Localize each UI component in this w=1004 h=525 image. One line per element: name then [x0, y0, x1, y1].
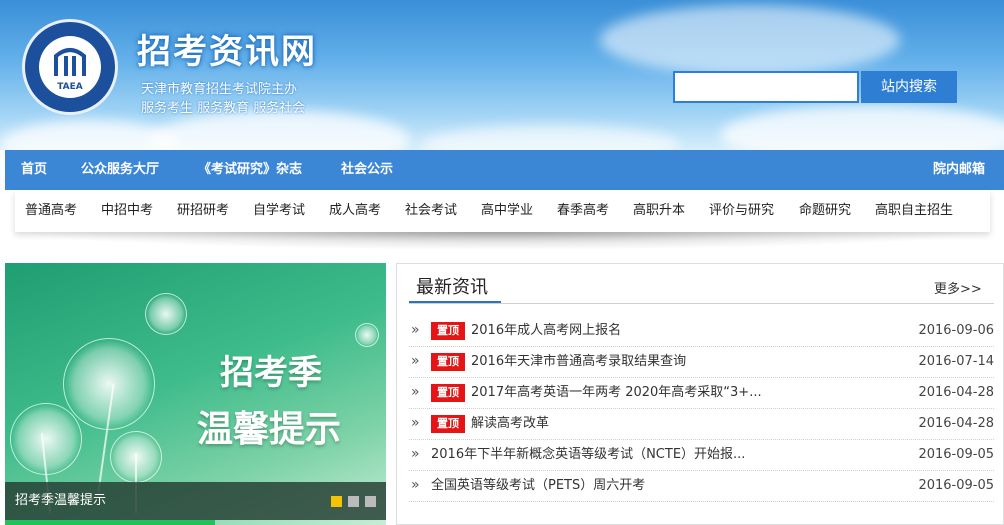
- news-row[interactable]: » 2016年下半年新概念英语等级考试（NCTE）开始报... 2016-09-…: [409, 439, 994, 471]
- latest-news-panel: 最新资讯 更多>> » 置顶 2016年成人高考网上报名 2016-09-06 …: [396, 263, 1004, 525]
- search-input[interactable]: [673, 71, 859, 103]
- cloud-decoration: [420, 125, 680, 150]
- news-date: 2016-04-28: [918, 416, 994, 431]
- site-title: 招考资讯网: [137, 32, 317, 72]
- news-row[interactable]: » 置顶 解读高考改革 2016-04-28: [409, 408, 994, 440]
- cloud-decoration: [0, 120, 180, 150]
- news-row[interactable]: » 置顶 2016年天津市普通高考录取结果查询 2016-07-14: [409, 346, 994, 378]
- news-date: 2016-04-28: [918, 385, 994, 400]
- news-headline[interactable]: 解读高考改革: [471, 408, 549, 439]
- news-headline[interactable]: 2016年成人高考网上报名: [471, 315, 621, 346]
- cloud-decoration: [600, 5, 900, 75]
- search-button[interactable]: 站内搜索: [861, 71, 957, 103]
- site-logo[interactable]: TAEA: [22, 19, 118, 115]
- pinned-badge: 置顶: [431, 353, 465, 371]
- slide-caption-bar: 招考季温馨提示: [5, 482, 386, 520]
- chevron-right-icon: »: [411, 477, 420, 493]
- chevron-right-icon: »: [411, 415, 420, 431]
- nav-item-journal[interactable]: 《考试研究》杂志: [198, 150, 302, 190]
- category-item[interactable]: 社会考试: [405, 190, 457, 232]
- news-date: 2016-09-05: [918, 447, 994, 462]
- title-underline: [409, 301, 501, 303]
- nav-item-public-notice[interactable]: 社会公示: [341, 150, 393, 190]
- logo-text: TAEA: [57, 82, 83, 92]
- image-slideshow[interactable]: 招考季 温馨提示 招考季温馨提示: [5, 263, 386, 525]
- pinned-badge: 置顶: [431, 322, 465, 340]
- slide-caption[interactable]: 招考季温馨提示: [15, 482, 106, 520]
- chevron-right-icon: »: [411, 384, 420, 400]
- main-nav: 首页 公众服务大厅 《考试研究》杂志 社会公示 院内邮箱: [5, 150, 1004, 190]
- category-nav: 普通高考 中招中考 研招研考 自学考试 成人高考 社会考试 高中学业 春季高考 …: [15, 190, 990, 232]
- slide-dot-1[interactable]: [331, 496, 342, 507]
- category-item[interactable]: 中招中考: [101, 190, 153, 232]
- category-item[interactable]: 高职升本: [633, 190, 685, 232]
- category-item[interactable]: 自学考试: [253, 190, 305, 232]
- slogan-text: 服务考生 服务教育 服务社会: [141, 101, 306, 116]
- site-header: TAEA 招考资讯网 天津市教育招生考试院主办 服务考生 服务教育 服务社会 站…: [0, 0, 1004, 150]
- dandelion-graphic: [145, 293, 187, 335]
- dandelion-graphic: [63, 338, 155, 430]
- category-item[interactable]: 成人高考: [329, 190, 381, 232]
- logo-mark-icon: [54, 48, 86, 76]
- category-item[interactable]: 春季高考: [557, 190, 609, 232]
- category-item[interactable]: 研招研考: [177, 190, 229, 232]
- slide-subheading: 温馨提示: [197, 409, 342, 450]
- category-item[interactable]: 高中学业: [481, 190, 533, 232]
- chevron-right-icon: »: [411, 322, 420, 338]
- news-date: 2016-09-06: [918, 323, 994, 338]
- news-row[interactable]: » 全国英语等级考试（PETS）周六开考 2016-09-05: [409, 470, 994, 502]
- organizer-text: 天津市教育招生考试院主办: [141, 82, 298, 97]
- news-headline[interactable]: 2017年高考英语一年两考 2020年高考采取“3+...: [471, 377, 762, 408]
- more-link[interactable]: 更多>>: [934, 278, 982, 297]
- divider: [409, 303, 994, 304]
- pinned-badge: 置顶: [431, 415, 465, 433]
- pinned-badge: 置顶: [431, 384, 465, 402]
- cloud-decoration: [150, 110, 410, 150]
- news-headline[interactable]: 2016年下半年新概念英语等级考试（NCTE）开始报...: [431, 439, 745, 470]
- news-headline[interactable]: 全国英语等级考试（PETS）周六开考: [431, 470, 645, 501]
- dandelion-graphic: [10, 403, 82, 475]
- nav-item-service-hall[interactable]: 公众服务大厅: [81, 150, 159, 190]
- category-item[interactable]: 评价与研究: [709, 190, 774, 232]
- slide-progress-bar: [5, 520, 215, 525]
- cloud-decoration: [720, 105, 1004, 150]
- dandelion-graphic: [355, 323, 379, 347]
- category-item[interactable]: 命题研究: [799, 190, 851, 232]
- news-row[interactable]: » 置顶 2017年高考英语一年两考 2020年高考采取“3+... 2016-…: [409, 377, 994, 409]
- category-item[interactable]: 普通高考: [25, 190, 77, 232]
- nav-shadow: [20, 232, 985, 250]
- nav-item-mailbox[interactable]: 院内邮箱: [933, 150, 985, 190]
- slide-heading: 招考季: [220, 353, 322, 393]
- nav-item-home[interactable]: 首页: [21, 150, 47, 190]
- news-date: 2016-07-14: [918, 354, 994, 369]
- chevron-right-icon: »: [411, 353, 420, 369]
- news-headline[interactable]: 2016年天津市普通高考录取结果查询: [471, 346, 686, 377]
- news-panel-title: 最新资讯: [416, 277, 488, 298]
- chevron-right-icon: »: [411, 446, 420, 462]
- logo-emblem: TAEA: [39, 36, 101, 98]
- slide-dot-3[interactable]: [365, 496, 376, 507]
- news-date: 2016-09-05: [918, 478, 994, 493]
- dandelion-graphic: [110, 431, 162, 483]
- slide-dot-2[interactable]: [348, 496, 359, 507]
- news-row[interactable]: » 置顶 2016年成人高考网上报名 2016-09-06: [409, 315, 994, 347]
- category-item[interactable]: 高职自主招生: [875, 190, 953, 232]
